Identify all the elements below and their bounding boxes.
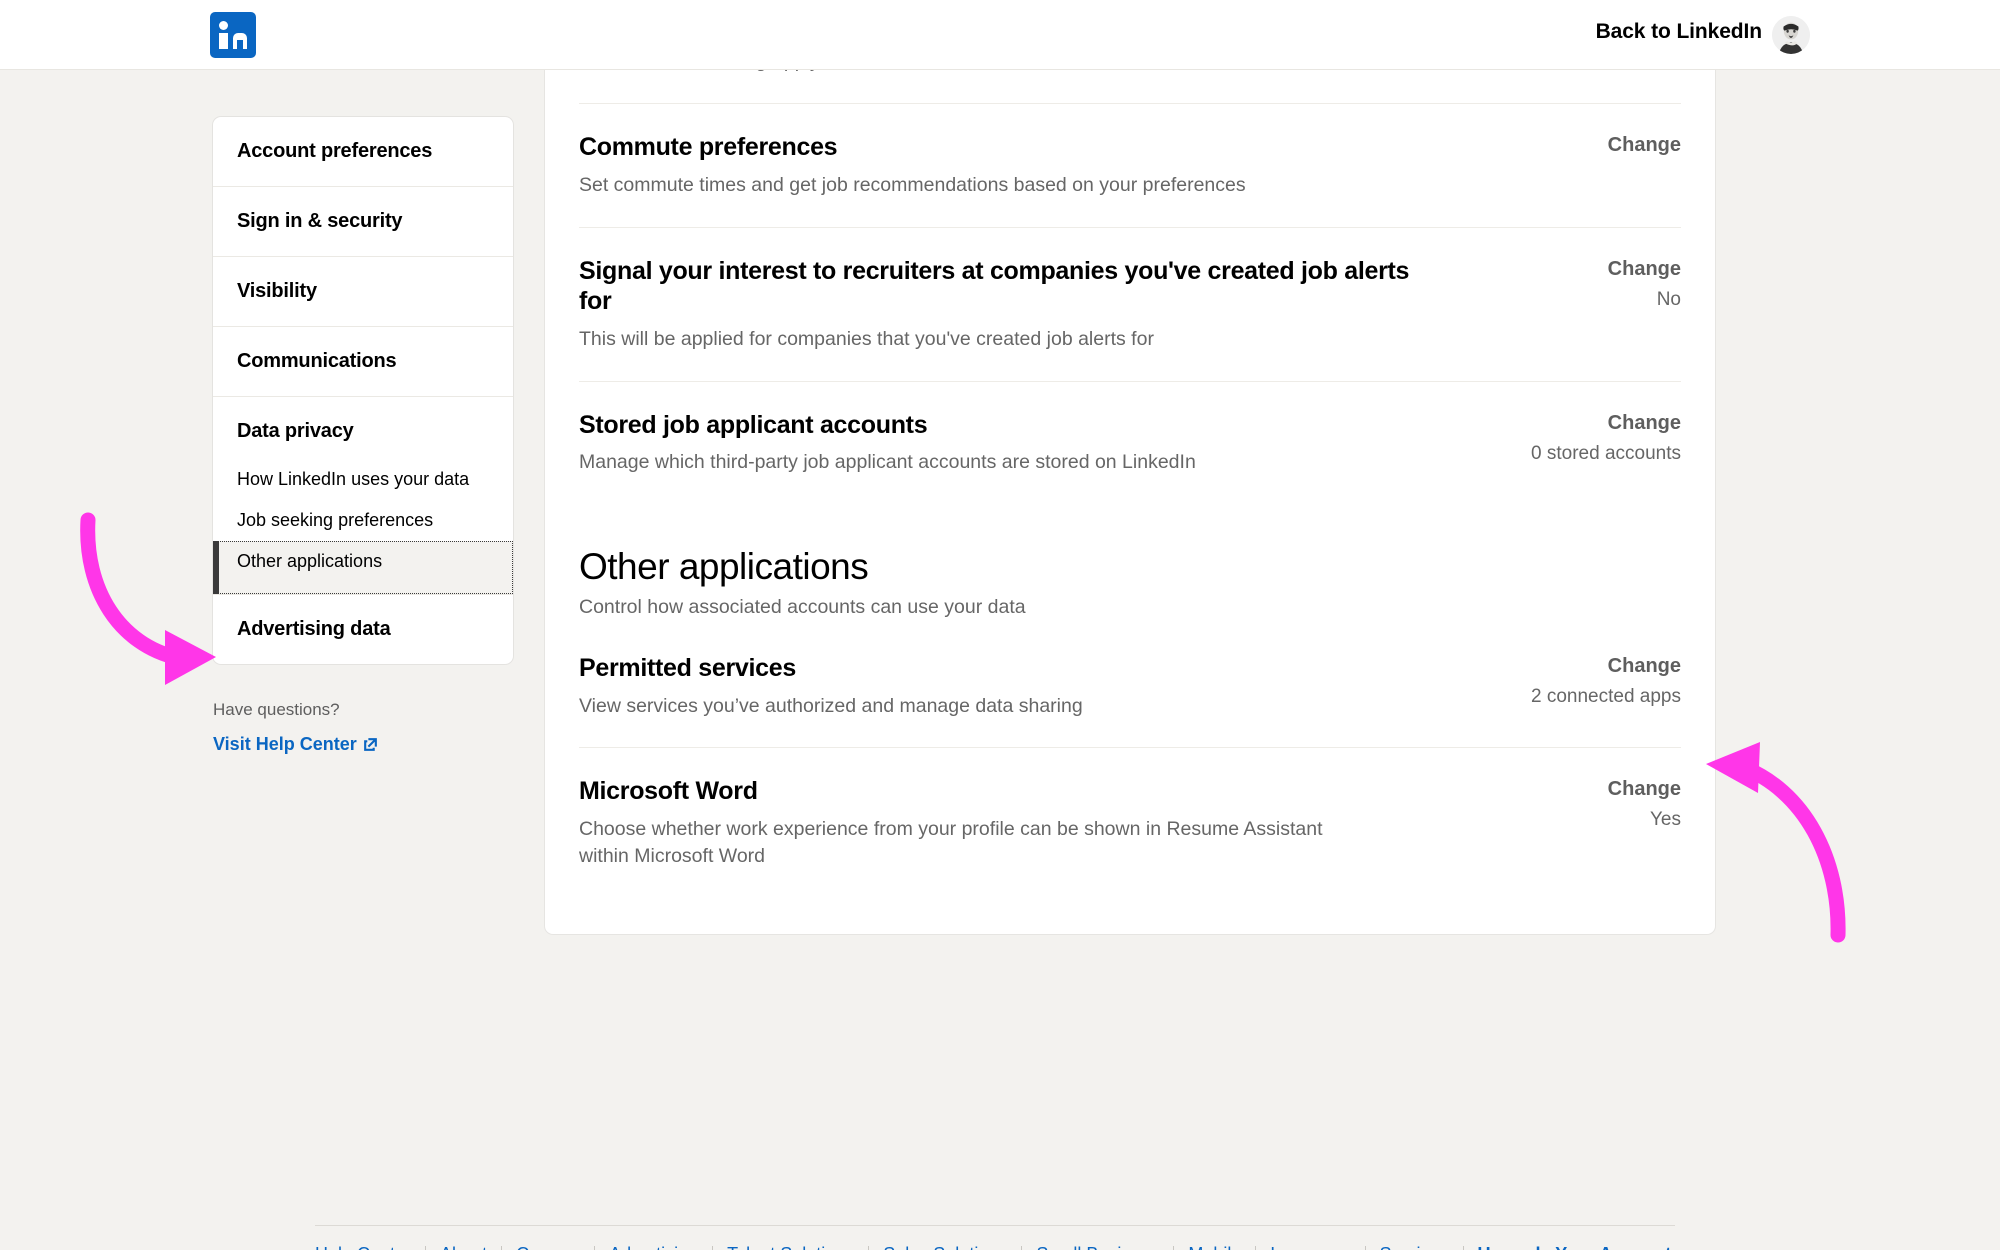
footer-link[interactable]: About bbox=[440, 1244, 487, 1250]
footer-link[interactable]: Careers bbox=[516, 1244, 580, 1250]
sidebar-item-account-preferences[interactable]: Account preferences bbox=[213, 117, 513, 186]
section-title: Other applications bbox=[579, 546, 869, 588]
help-block: Have questions? Visit Help Center bbox=[213, 700, 513, 755]
footer-link[interactable]: Services bbox=[1380, 1244, 1449, 1250]
row-text: Signal your interest to recruiters at co… bbox=[579, 256, 1451, 353]
section-subtitle: Control how associated accounts can use … bbox=[579, 596, 1026, 619]
sidebar-group-account-preferences: Account preferences bbox=[213, 117, 513, 187]
footer-separator bbox=[868, 1245, 870, 1250]
change-button[interactable]: Change bbox=[1608, 258, 1681, 281]
footer-separator bbox=[1364, 1245, 1366, 1250]
row-description: View services you’ve authorized and mana… bbox=[579, 694, 1083, 717]
sidebar-item-job-seeking-preferences[interactable]: Job seeking preferences bbox=[213, 500, 513, 541]
footer-separator bbox=[501, 1245, 503, 1250]
settings-rows-bottom: Permitted services View services you’ve … bbox=[545, 625, 1715, 898]
row-title: Commute preferences bbox=[579, 133, 838, 162]
footer-separator bbox=[425, 1245, 427, 1250]
sidebar-item-data-privacy[interactable]: Data privacy bbox=[213, 397, 513, 459]
footer-separator bbox=[1462, 1245, 1464, 1250]
row-action-area: Change No bbox=[1451, 256, 1681, 311]
avatar[interactable] bbox=[1772, 16, 1810, 54]
help-question-label: Have questions? bbox=[213, 700, 340, 719]
sidebar-group-data-privacy: Data privacy How LinkedIn uses your data… bbox=[213, 397, 513, 595]
avatar-image bbox=[1772, 16, 1810, 54]
global-header: Back to LinkedIn bbox=[0, 0, 2000, 70]
settings-row-signal-interest-recruiters[interactable]: Signal your interest to recruiters at co… bbox=[579, 228, 1681, 382]
visit-help-center-link[interactable]: Visit Help Center bbox=[213, 734, 379, 755]
section-other-applications-header: Other applications Control how associate… bbox=[545, 504, 1715, 625]
row-text: Permitted services View services you’ve … bbox=[579, 653, 1451, 719]
annotation-arrow-right bbox=[1706, 742, 1846, 943]
back-to-linkedin-link[interactable]: Back to LinkedIn bbox=[1596, 20, 1763, 44]
sidebar-group-visibility: Visibility bbox=[213, 257, 513, 327]
settings-row-microsoft-word[interactable]: Microsoft Word Choose whether work exper… bbox=[579, 748, 1681, 897]
row-value: No bbox=[1656, 288, 1681, 310]
settings-row-commute-preferences[interactable]: Commute preferences Set commute times an… bbox=[579, 104, 1681, 228]
settings-row-stored-job-applicant-accounts[interactable]: Stored job applicant accounts Manage whi… bbox=[579, 382, 1681, 504]
settings-row-permitted-services[interactable]: Permitted services View services you’ve … bbox=[579, 625, 1681, 749]
settings-sidebar: Account preferences Sign in & security V… bbox=[213, 117, 513, 755]
external-link-icon bbox=[363, 738, 377, 751]
row-action-area: Change bbox=[1451, 132, 1681, 165]
row-action-area: Change 2 connected apps bbox=[1451, 653, 1681, 708]
row-action-area: Change 0 stored accounts bbox=[1451, 410, 1681, 465]
settings-main-card: Sharing your profile when you click Appl… bbox=[545, 0, 1715, 934]
sidebar-item-communications[interactable]: Communications bbox=[213, 327, 513, 396]
change-button[interactable]: Change bbox=[1608, 655, 1681, 678]
row-action-area: Change Yes bbox=[1451, 776, 1681, 831]
footer-separator bbox=[1173, 1245, 1175, 1250]
footer-link[interactable]: Mobile bbox=[1188, 1244, 1241, 1250]
row-text: Stored job applicant accounts Manage whi… bbox=[579, 410, 1451, 476]
footer-separator bbox=[594, 1245, 596, 1250]
row-text: Microsoft Word Choose whether work exper… bbox=[579, 776, 1451, 869]
change-button[interactable]: Change bbox=[1608, 778, 1681, 801]
row-title: Permitted services bbox=[579, 654, 796, 683]
settings-rows-top: Sharing your profile when you click Appl… bbox=[545, 0, 1715, 504]
footer-link[interactable]: Language bbox=[1270, 1244, 1350, 1250]
linkedin-logo-icon[interactable] bbox=[210, 12, 256, 58]
row-title: Signal your interest to recruiters at co… bbox=[579, 256, 1410, 316]
sidebar-item-sign-in-security[interactable]: Sign in & security bbox=[213, 187, 513, 256]
row-description: Set commute times and get job recommenda… bbox=[579, 173, 1246, 196]
row-title: Stored job applicant accounts bbox=[579, 410, 928, 439]
footer-links-primary: Help Center About Careers Advertising Talent… bbox=[315, 1244, 1675, 1250]
row-value: 0 stored accounts bbox=[1531, 442, 1681, 464]
footer-separator bbox=[712, 1245, 714, 1250]
footer-link[interactable]: Sales Solutions bbox=[883, 1244, 1007, 1250]
footer-link[interactable]: Help Center bbox=[315, 1244, 411, 1250]
row-value: 2 connected apps bbox=[1530, 686, 1681, 708]
sidebar-group-communications: Communications bbox=[213, 327, 513, 397]
footer-link[interactable]: Small Business bbox=[1036, 1244, 1159, 1250]
row-description: This will be applied for companies that … bbox=[579, 327, 1154, 350]
footer-separator bbox=[1255, 1245, 1257, 1250]
sidebar-nav-card: Account preferences Sign in & security V… bbox=[213, 117, 513, 664]
annotation-arrow-left bbox=[80, 512, 216, 685]
row-description: Manage which third-party job applicant a… bbox=[579, 451, 1196, 474]
footer-link[interactable]: Talent Solutions bbox=[727, 1244, 854, 1250]
sidebar-item-advertising-data[interactable]: Advertising data bbox=[213, 595, 513, 664]
row-description: Choose whether work experience from your… bbox=[579, 817, 1323, 867]
sidebar-item-how-linkedin-uses-your-data[interactable]: How LinkedIn uses your data bbox=[213, 459, 513, 500]
site-footer: Help Center About Careers Advertising Talent… bbox=[315, 1225, 1675, 1250]
sidebar-item-other-applications[interactable]: Other applications bbox=[213, 541, 513, 594]
row-title: Microsoft Word bbox=[579, 777, 758, 806]
sidebar-item-visibility[interactable]: Visibility bbox=[213, 257, 513, 326]
footer-separator bbox=[1021, 1245, 1023, 1250]
change-button[interactable]: Change bbox=[1608, 412, 1681, 435]
change-button[interactable]: Change bbox=[1608, 134, 1681, 157]
visit-help-center-label: Visit Help Center bbox=[213, 734, 357, 754]
sidebar-group-sign-in-security: Sign in & security bbox=[213, 187, 513, 257]
footer-link[interactable]: Advertising bbox=[609, 1244, 698, 1250]
app-root: Back to LinkedIn Account preferences Sig… bbox=[0, 0, 2000, 1250]
row-text: Commute preferences Set commute times an… bbox=[579, 132, 1451, 198]
footer-link[interactable]: Upgrade Your Account bbox=[1478, 1244, 1672, 1250]
sidebar-group-advertising-data: Advertising data bbox=[213, 595, 513, 664]
row-value: Yes bbox=[1650, 809, 1681, 831]
